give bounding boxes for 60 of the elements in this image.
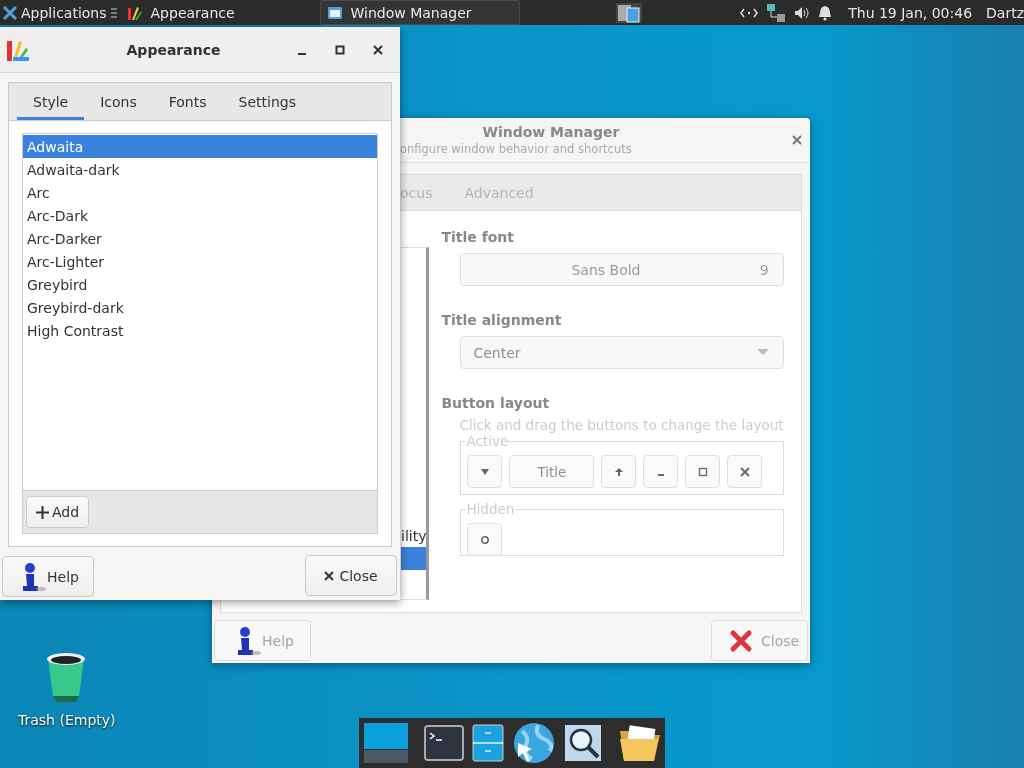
network-code-icon[interactable] — [740, 7, 759, 18]
icon-label[interactable]: Trash (Empty) — [18, 712, 116, 728]
applications-menu[interactable]: Applications — [0, 0, 120, 25]
maximize-icon — [335, 44, 345, 55]
menu-icon — [110, 7, 117, 18]
layout-button[interactable] — [685, 455, 721, 488]
close-icon — [729, 628, 753, 653]
close-button[interactable]: Close — [305, 555, 397, 596]
window-icon — [326, 4, 343, 21]
section-label: Button layout — [441, 395, 551, 411]
arrow-up-icon — [613, 466, 624, 477]
magnifier-icon[interactable] — [564, 724, 602, 762]
close-icon — [791, 135, 802, 145]
section-label: Title alignment — [441, 312, 563, 328]
network-icon[interactable] — [766, 2, 787, 23]
bell-icon[interactable] — [818, 4, 833, 21]
user-name[interactable]: Dartz — [986, 4, 1024, 21]
theme-item[interactable]: Greybird-dark — [23, 296, 377, 319]
plus-icon — [36, 505, 49, 519]
close-icon — [324, 570, 335, 581]
tab[interactable]: Icons — [84, 86, 153, 120]
minimize-icon — [657, 473, 664, 476]
file-cabinet-icon[interactable] — [472, 724, 504, 762]
theme-item[interactable]: Arc-Lighter — [23, 250, 377, 273]
taskbar-task[interactable]: Window Manager — [319, 0, 520, 25]
tab[interactable]: Settings — [222, 86, 312, 120]
layout-button[interactable] — [727, 455, 763, 488]
close-icon — [739, 466, 750, 477]
folder-icon[interactable] — [618, 723, 662, 763]
window-title: Window Manager — [481, 124, 620, 140]
section-label: Title font — [441, 229, 516, 245]
terminal-icon[interactable] — [424, 725, 464, 761]
workspace-pager-icon[interactable] — [614, 1, 643, 24]
clock[interactable]: Thu 19 Jan, 00:46 — [848, 4, 973, 21]
minimize-icon — [298, 52, 306, 55]
theme-item[interactable]: Adwaita — [23, 135, 377, 158]
workspace-icon[interactable] — [364, 723, 408, 763]
volume-icon[interactable] — [794, 5, 811, 20]
tab[interactable]: Fonts — [152, 86, 223, 120]
theme-item[interactable]: Arc-Darker — [23, 227, 377, 250]
theme-item[interactable]: Adwaita-dark — [23, 158, 377, 181]
help-button[interactable]: Help — [2, 556, 94, 597]
maximize-icon — [697, 466, 708, 477]
theme-item[interactable]: Arc — [23, 181, 377, 204]
circle-icon — [479, 534, 490, 545]
x-logo-icon — [3, 5, 17, 20]
menu-icon — [479, 466, 490, 477]
list-item[interactable]: ility — [401, 524, 427, 547]
add-button[interactable]: Add — [26, 496, 90, 528]
palette-icon — [126, 4, 143, 21]
layout-button[interactable] — [467, 523, 503, 556]
theme-item[interactable]: Arc-Dark — [23, 204, 377, 227]
taskbar-task[interactable]: Appearance — [119, 0, 320, 25]
globe-icon[interactable] — [512, 721, 556, 765]
close-icon — [373, 44, 383, 55]
window-title: Appearance — [125, 41, 222, 58]
window-subtitle: onfigure window behavior and shortcuts — [400, 142, 632, 156]
theme-item[interactable]: Greybird — [23, 273, 377, 296]
theme-item[interactable]: High Contrast — [23, 319, 377, 342]
caret-icon — [756, 349, 769, 356]
